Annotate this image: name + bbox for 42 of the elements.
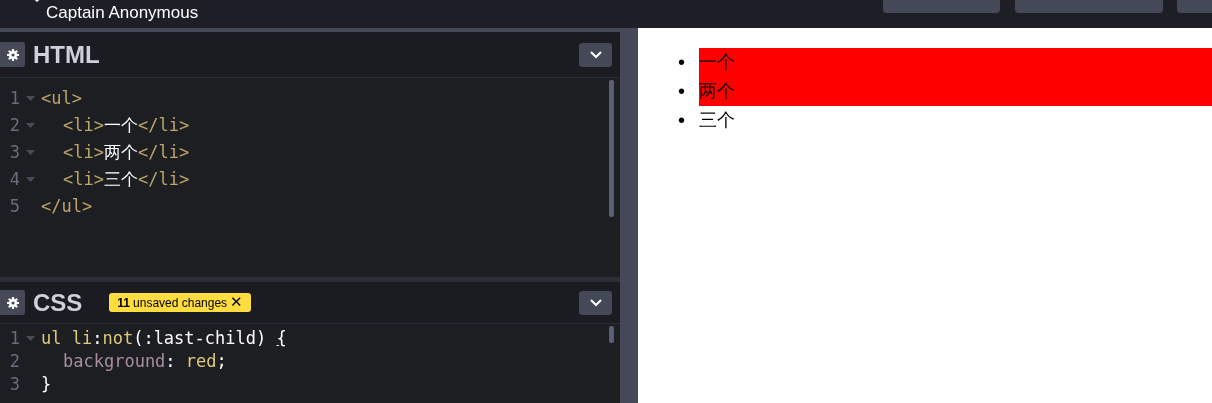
settings-icon <box>7 48 19 61</box>
line-number: 3 <box>8 140 20 164</box>
code-line: <li>三个</li> <box>62 167 190 191</box>
editor-title: HTML <box>33 39 100 70</box>
bullet: • <box>678 50 686 75</box>
resize-handle[interactable] <box>620 28 638 403</box>
chevron-down-icon <box>589 50 602 59</box>
unsaved-changes-badge[interactable]: 11 unsaved changes ✕ <box>109 293 252 312</box>
user-name: Captain Anonymous <box>46 3 199 23</box>
collapse-button[interactable] <box>579 42 612 67</box>
scrollbar[interactable] <box>609 80 614 217</box>
fold-arrow-icon[interactable] <box>26 150 35 155</box>
settings-button[interactable] <box>0 42 25 67</box>
settings-icon <box>7 296 19 309</box>
line-number: 1 <box>8 326 20 350</box>
code-line: <li>两个</li> <box>62 140 190 164</box>
bullet: • <box>678 79 686 104</box>
fold-arrow-icon[interactable] <box>26 336 35 341</box>
code-line: } <box>41 372 52 396</box>
settings-button[interactable] <box>0 290 25 315</box>
code-line: ul li:not(:last-child) { <box>41 326 287 350</box>
code-line: <li>一个</li> <box>62 113 190 137</box>
bullet: • <box>678 108 686 133</box>
list-item: 三个 <box>699 109 736 132</box>
line-number: 3 <box>8 372 20 396</box>
fold-arrow-icon[interactable] <box>26 123 35 128</box>
fold-arrow-icon[interactable] <box>26 177 35 182</box>
chevron-down-icon <box>589 298 602 307</box>
collapse-button[interactable] <box>579 290 612 315</box>
list-item: 一个 <box>699 48 1212 77</box>
code-line: background: red; <box>62 349 227 373</box>
line-number: 5 <box>8 194 20 218</box>
line-number: 2 <box>8 113 20 137</box>
line-number: 2 <box>8 349 20 373</box>
code-line: </ul> <box>41 194 93 218</box>
editor-title: CSS <box>33 287 83 318</box>
code-line: <ul> <box>41 86 82 110</box>
scrollbar[interactable] <box>609 326 614 343</box>
fold-arrow-icon[interactable] <box>26 96 35 101</box>
list-item: 两个 <box>699 77 1212 106</box>
line-number: 4 <box>8 167 20 191</box>
line-number: 1 <box>8 86 20 110</box>
